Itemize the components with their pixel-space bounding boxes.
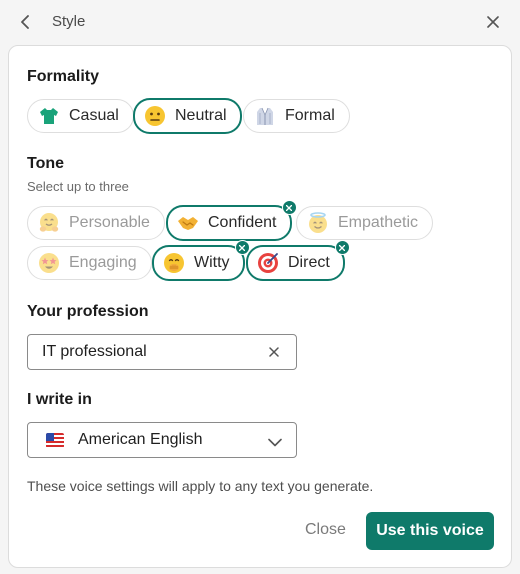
chip-label: Formal bbox=[285, 107, 335, 124]
t-shirt-icon bbox=[38, 105, 60, 127]
tone-empathetic-chip[interactable]: Empathetic bbox=[296, 206, 434, 240]
formality-formal-chip[interactable]: Formal bbox=[243, 99, 350, 133]
remove-direct-icon[interactable] bbox=[334, 240, 350, 255]
chip-label: Engaging bbox=[69, 254, 137, 271]
neutral-face-icon bbox=[144, 105, 166, 127]
language-value: American English bbox=[78, 431, 203, 448]
smiling-face-halo-icon bbox=[307, 212, 329, 234]
tone-direct-chip[interactable]: Direct bbox=[246, 240, 350, 281]
chip-label: Direct bbox=[288, 254, 330, 271]
profession-input[interactable]: IT professional bbox=[27, 334, 297, 370]
profession-title: Your profession bbox=[27, 303, 149, 320]
close-button[interactable]: Close bbox=[305, 521, 346, 539]
chevron-down-icon[interactable] bbox=[268, 434, 282, 452]
style-panel: Formality Casual Neutral Formal Tone Sel… bbox=[8, 45, 512, 568]
chip-label: Confident bbox=[208, 214, 277, 231]
chip-label: Neutral bbox=[175, 107, 227, 124]
chip-label: Casual bbox=[69, 107, 119, 124]
handshake-icon bbox=[177, 212, 199, 234]
tone-engaging-chip[interactable]: Engaging bbox=[27, 246, 152, 280]
tone-confident-chip[interactable]: Confident bbox=[166, 200, 297, 241]
chip-label: Witty bbox=[194, 254, 230, 271]
hugging-face-icon bbox=[38, 212, 60, 234]
formality-neutral-chip[interactable]: Neutral bbox=[133, 98, 242, 134]
star-struck-icon bbox=[38, 252, 60, 274]
clear-icon[interactable] bbox=[266, 344, 282, 360]
chip-label: Empathetic bbox=[338, 214, 419, 231]
bullseye-icon bbox=[257, 252, 279, 274]
language-title: I write in bbox=[27, 391, 92, 408]
page-title: Style bbox=[52, 13, 86, 30]
profession-value: IT professional bbox=[42, 343, 147, 360]
footnote-text: These voice settings will apply to any t… bbox=[27, 478, 374, 494]
language-select[interactable]: American English bbox=[27, 422, 297, 458]
chip-label: Personable bbox=[69, 214, 150, 231]
tone-personable-chip[interactable]: Personable bbox=[27, 206, 165, 240]
remove-confident-icon[interactable] bbox=[281, 200, 297, 215]
back-arrow-icon[interactable] bbox=[14, 11, 36, 33]
us-flag-icon bbox=[46, 433, 64, 448]
tone-subtitle: Select up to three bbox=[27, 179, 129, 194]
formality-casual-chip[interactable]: Casual bbox=[27, 99, 134, 133]
tone-title: Tone bbox=[27, 155, 65, 172]
top-bar: Style bbox=[0, 0, 520, 44]
formality-title: Formality bbox=[27, 68, 100, 85]
use-this-voice-button[interactable]: Use this voice bbox=[366, 512, 494, 550]
tone-witty-chip[interactable]: Witty bbox=[152, 240, 250, 281]
suit-icon bbox=[254, 105, 276, 127]
face-hand-over-mouth-icon bbox=[163, 252, 185, 274]
close-icon[interactable] bbox=[482, 11, 504, 33]
